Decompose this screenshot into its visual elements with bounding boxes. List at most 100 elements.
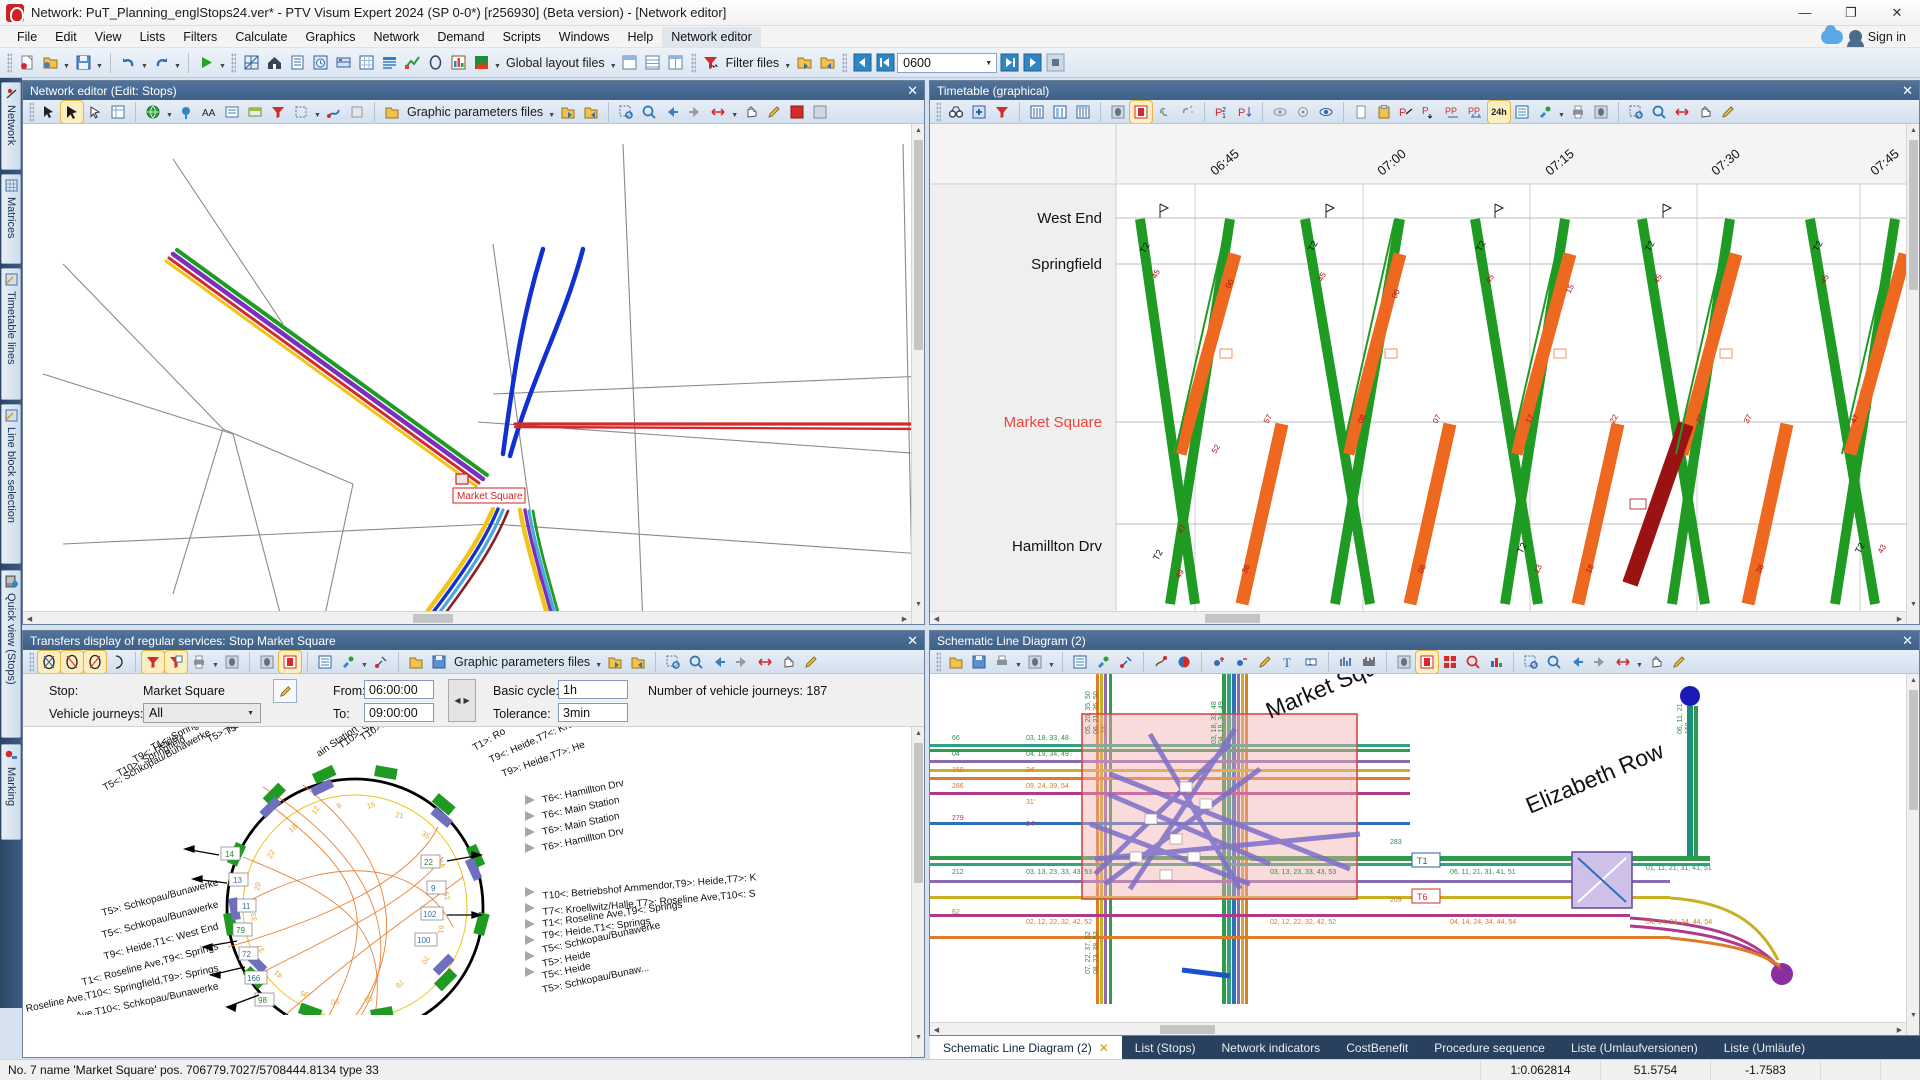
open-filter-icon[interactable] bbox=[793, 52, 815, 74]
menu-network[interactable]: Network bbox=[364, 27, 428, 47]
tr-vscroll-up-icon[interactable]: ▲ bbox=[912, 727, 924, 740]
new-file-icon[interactable] bbox=[16, 52, 38, 74]
sd-edit2-icon[interactable] bbox=[1668, 651, 1690, 673]
sidebar-item-quick-view-stops[interactable]: Quick view (Stops) bbox=[1, 570, 21, 738]
schematic-line-diagram[interactable]: T1 T6 66 04 150 286 279 212 62 03, 18, 3… bbox=[930, 674, 1919, 1035]
from-input[interactable]: 06:00:00 bbox=[364, 680, 434, 699]
tr-graphic-params-caret-icon[interactable]: ▼ bbox=[594, 651, 603, 673]
sd-add-stop-icon[interactable] bbox=[1208, 651, 1230, 673]
tt-addtable-icon[interactable] bbox=[968, 101, 990, 123]
ne-graphic-params-caret-icon[interactable]: ▼ bbox=[547, 101, 556, 123]
tt-paste-icon[interactable] bbox=[1373, 101, 1395, 123]
tr-paint-caret-icon[interactable]: ▼ bbox=[360, 651, 369, 673]
tab-network-indicators[interactable]: Network indicators bbox=[1208, 1036, 1333, 1059]
minimize-button[interactable]: — bbox=[1782, 0, 1828, 26]
tab-cost-benefit[interactable]: CostBenefit bbox=[1333, 1036, 1421, 1059]
tt-zoom-window-icon[interactable] bbox=[1625, 101, 1647, 123]
time-caret-icon[interactable]: ▼ bbox=[985, 60, 992, 67]
edit-stop-button[interactable] bbox=[273, 679, 297, 703]
timetable-graph[interactable]: 06:45 07:00 07:15 07:30 07:45 West End S… bbox=[930, 124, 1919, 624]
tt-pp-down-icon[interactable]: PP bbox=[1465, 101, 1487, 123]
menu-file[interactable]: File bbox=[8, 27, 46, 47]
sign-in-button[interactable]: Sign in bbox=[1820, 24, 1920, 47]
tr-edit-icon[interactable] bbox=[800, 651, 822, 673]
sd-hscroll-right-icon[interactable]: ▶ bbox=[1893, 1023, 1906, 1035]
layout-cols-icon[interactable] bbox=[665, 52, 687, 74]
sd-hscroll-left-icon[interactable]: ◀ bbox=[930, 1023, 943, 1035]
sd-zoom-window-icon[interactable] bbox=[1520, 651, 1542, 673]
isochrone-icon[interactable] bbox=[424, 52, 446, 74]
transfers-canvas[interactable]: 12 8 15 21 35 44 52 61 70 78 84 90 95 41… bbox=[23, 727, 924, 1057]
sd-pan-icon[interactable] bbox=[1645, 651, 1667, 673]
ne-arrow-icon[interactable] bbox=[84, 101, 106, 123]
sidebar-item-network[interactable]: Network bbox=[1, 82, 21, 170]
maximize-button[interactable]: ❐ bbox=[1828, 0, 1874, 26]
menu-network-editor[interactable]: Network editor bbox=[662, 26, 761, 47]
filter-files-label[interactable]: Filter files bbox=[723, 56, 782, 70]
tt-columns2-icon[interactable] bbox=[1049, 101, 1071, 123]
tab-liste-umlaufversionen[interactable]: Liste (Umlaufversionen) bbox=[1558, 1036, 1711, 1059]
ne-blank-icon[interactable] bbox=[346, 101, 368, 123]
heatmap-icon[interactable] bbox=[470, 52, 492, 74]
tab-schematic-line-diagram[interactable]: Schematic Line Diagram (2) ✕ bbox=[930, 1036, 1122, 1059]
network-editor-hscrollbar[interactable]: ◀ ▶ bbox=[23, 611, 911, 624]
tab-procedure-sequence[interactable]: Procedure sequence bbox=[1421, 1036, 1558, 1059]
timetable-canvas[interactable]: 06:45 07:00 07:15 07:30 07:45 West End S… bbox=[930, 124, 1919, 624]
tt-hscroll-thumb[interactable] bbox=[1205, 614, 1260, 623]
sd-hscroll-thumb[interactable] bbox=[1160, 1025, 1215, 1034]
ne-grip[interactable] bbox=[29, 101, 34, 122]
tr-print-caret-icon[interactable]: ▼ bbox=[211, 651, 220, 673]
ne-back-icon[interactable] bbox=[661, 101, 683, 123]
menu-windows[interactable]: Windows bbox=[550, 27, 619, 47]
sidebar-item-marking[interactable]: Marking bbox=[1, 744, 21, 840]
sd-print-caret-icon[interactable]: ▼ bbox=[1014, 651, 1023, 673]
save-caret-icon[interactable]: ▼ bbox=[95, 52, 104, 74]
tt-binoculars-icon[interactable] bbox=[945, 101, 967, 123]
tt-hscroll-right-icon[interactable]: ▶ bbox=[1893, 612, 1906, 624]
ne-zoom-window-icon[interactable] bbox=[615, 101, 637, 123]
network-map[interactable]: Market Square bbox=[23, 124, 924, 624]
layout-rows-icon[interactable] bbox=[642, 52, 664, 74]
tt-preview-icon[interactable] bbox=[1590, 101, 1612, 123]
schematic-close-icon[interactable]: ✕ bbox=[1902, 633, 1913, 649]
ne-vscroll-up-icon[interactable]: ▲ bbox=[912, 124, 924, 137]
ne-find-icon[interactable]: AA bbox=[198, 101, 220, 123]
tolerance-input[interactable]: 3min bbox=[558, 703, 628, 722]
transfers-vscrollbar[interactable]: ▲ ▼ bbox=[911, 727, 924, 1057]
time-input[interactable]: 0600 ▼ bbox=[897, 52, 998, 73]
sd-tools-icon[interactable] bbox=[1115, 651, 1137, 673]
sd-print-icon[interactable] bbox=[991, 651, 1013, 673]
tr-graphic-params-label[interactable]: Graphic parameters files bbox=[451, 655, 593, 669]
tr-mode-in-icon[interactable] bbox=[60, 650, 84, 673]
tr-import-params-icon[interactable] bbox=[604, 651, 626, 673]
timetable-vscrollbar[interactable]: ▲ ▼ bbox=[1906, 124, 1919, 624]
ne-graphic-params-label[interactable]: Graphic parameters files bbox=[404, 105, 546, 119]
tr-grip[interactable] bbox=[29, 651, 34, 672]
tt-unlink-icon[interactable] bbox=[1176, 101, 1198, 123]
time-stop-icon[interactable] bbox=[1044, 52, 1066, 74]
sd-preview-caret-icon[interactable]: ▼ bbox=[1047, 651, 1056, 673]
tt-vscroll-up-icon[interactable]: ▲ bbox=[1907, 124, 1919, 137]
sidebar-item-matrices[interactable]: Matrices bbox=[1, 174, 21, 264]
ne-vscroll-down-icon[interactable]: ▼ bbox=[912, 598, 924, 611]
sd-open-icon[interactable] bbox=[945, 651, 967, 673]
save-filter-icon[interactable] bbox=[816, 52, 838, 74]
layout-panel-icon[interactable] bbox=[619, 52, 641, 74]
ne-select-icon[interactable] bbox=[60, 100, 84, 123]
run-caret-icon[interactable]: ▼ bbox=[218, 52, 227, 74]
sd-preview-icon[interactable] bbox=[1024, 651, 1046, 673]
chart-bars-icon[interactable] bbox=[447, 52, 469, 74]
tr-mode-out-icon[interactable] bbox=[83, 650, 107, 673]
sidebar-item-timetable-lines[interactable]: Timetable lines bbox=[1, 268, 21, 400]
ne-forward-icon[interactable] bbox=[684, 101, 706, 123]
network-editor-vscrollbar[interactable]: ▲ ▼ bbox=[911, 124, 924, 624]
close-button[interactable]: ✕ bbox=[1874, 0, 1920, 26]
undo-icon[interactable] bbox=[117, 52, 139, 74]
tt-pan-icon[interactable] bbox=[1694, 101, 1716, 123]
sd-bars2-icon[interactable] bbox=[1358, 651, 1380, 673]
tr-mode-half-icon[interactable] bbox=[107, 651, 129, 673]
sd-vscroll-down-icon[interactable]: ▼ bbox=[1907, 1009, 1919, 1022]
ne-export-params-icon[interactable] bbox=[580, 101, 602, 123]
timetable-hscrollbar[interactable]: ◀ ▶ bbox=[930, 611, 1906, 624]
network-editor-close-icon[interactable]: ✕ bbox=[907, 83, 918, 99]
